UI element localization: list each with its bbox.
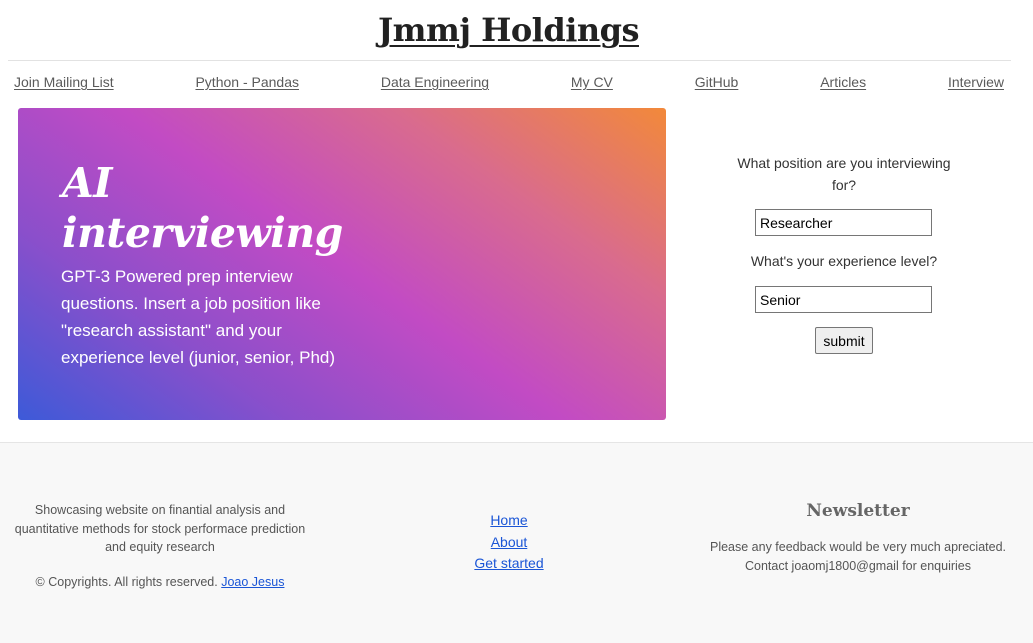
copyright-text: © Copyrights. All rights reserved. [35, 575, 218, 589]
experience-input[interactable] [755, 286, 932, 313]
hero-title-line-1: AI [62, 159, 113, 207]
footer-link-home[interactable]: Home [420, 510, 598, 532]
position-input[interactable] [755, 209, 932, 236]
page: Jmmj Holdings Join Mailing List Python -… [0, 0, 1033, 643]
hero-banner: AI interviewing GPT-3 Powered prep inter… [18, 108, 666, 420]
footer-link-get-started[interactable]: Get started [420, 553, 598, 575]
copyright-author-link[interactable]: Joao Jesus [221, 575, 284, 589]
site-title[interactable]: Jmmj Holdings [0, 8, 1017, 52]
hero-description: GPT-3 Powered prep interview questions. … [61, 267, 336, 367]
nav-data-engineering[interactable]: Data Engineering [381, 74, 489, 90]
footer-about-text: Showcasing website on finantial analysis… [14, 503, 306, 554]
nav-interview[interactable]: Interview [948, 74, 1004, 90]
nav-python-pandas[interactable]: Python - Pandas [195, 74, 299, 90]
nav-articles[interactable]: Articles [820, 74, 866, 90]
nav-github[interactable]: GitHub [695, 74, 739, 90]
footer-links: Home About Get started [420, 510, 598, 575]
position-label: What position are you interviewing for? [737, 155, 951, 193]
footer: Showcasing website on finantial analysis… [0, 442, 1033, 643]
footer-link-about[interactable]: About [420, 532, 598, 554]
submit-button[interactable]: submit [815, 327, 873, 354]
nav-join-mailing-list[interactable]: Join Mailing List [14, 74, 114, 90]
footer-copyright: © Copyrights. All rights reserved. Joao … [8, 573, 312, 591]
newsletter-text: Please any feedback would be very much a… [709, 540, 1006, 573]
header-divider [8, 60, 1011, 61]
nav-my-cv[interactable]: My CV [571, 74, 613, 90]
hero-title-line-2: interviewing [62, 209, 343, 257]
main-nav: Join Mailing List Python - Pandas Data E… [14, 72, 1004, 92]
newsletter-title: Newsletter [806, 501, 910, 521]
hero-title: AI interviewing [62, 158, 462, 258]
experience-label: What's your experience level? [750, 253, 938, 269]
